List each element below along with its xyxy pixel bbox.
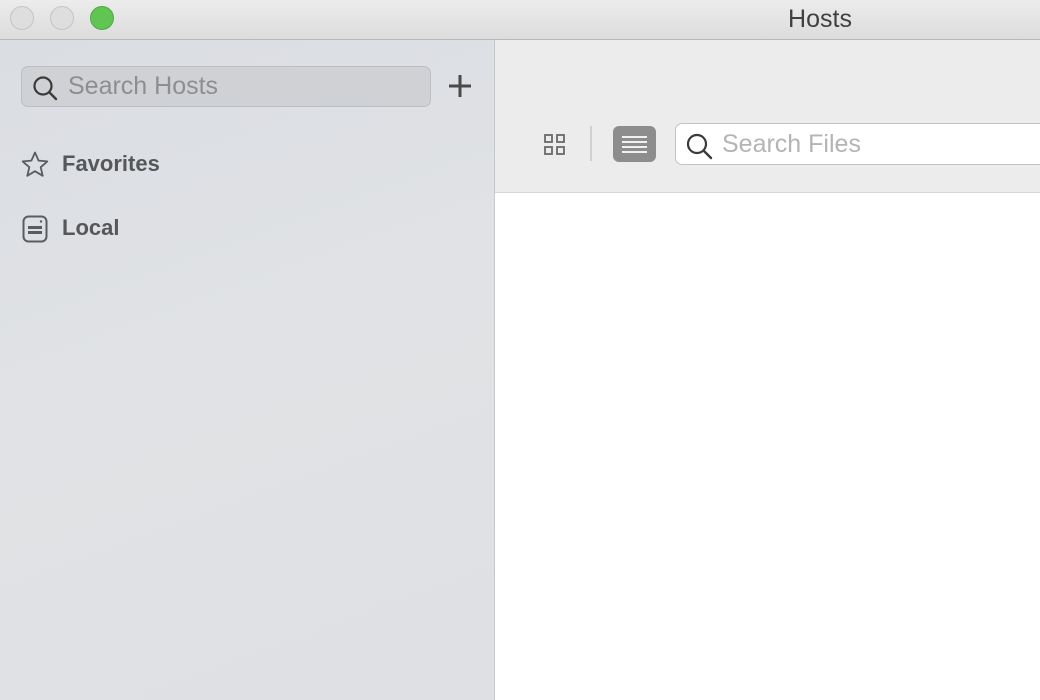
sidebar-item-local[interactable]: Local <box>20 212 460 244</box>
minimize-window-button[interactable] <box>50 6 74 30</box>
sidebar: Favorites Local <box>0 40 495 700</box>
star-icon <box>20 150 50 180</box>
list-view-button[interactable] <box>613 126 656 162</box>
search-icon <box>32 75 58 101</box>
search-files-field[interactable] <box>675 123 1040 165</box>
app-window: Hosts Search Hosts Favorites Local Searc… <box>0 0 1040 700</box>
search-icon <box>685 132 713 160</box>
toolbar <box>495 40 1040 193</box>
grid-view-button[interactable] <box>539 128 569 160</box>
file-list-area[interactable] <box>495 193 1040 700</box>
title-bar: Hosts <box>0 0 1040 40</box>
close-window-button[interactable] <box>10 6 34 30</box>
list-icon <box>613 136 656 165</box>
window-title: Hosts <box>788 5 852 33</box>
plus-icon <box>444 75 476 105</box>
sidebar-item-label: Local <box>62 215 120 240</box>
main-pane <box>495 40 1040 700</box>
search-files-input[interactable] <box>722 126 1040 162</box>
zoom-window-button[interactable] <box>90 6 114 30</box>
sidebar-item-label: Favorites <box>62 151 160 176</box>
drive-icon <box>20 214 50 244</box>
toolbar-divider <box>590 126 592 161</box>
search-hosts-input[interactable] <box>68 69 418 104</box>
add-host-button[interactable] <box>444 70 476 102</box>
search-hosts-field[interactable] <box>21 66 431 107</box>
sidebar-item-favorites[interactable]: Favorites <box>20 148 460 180</box>
grid-icon <box>539 134 569 163</box>
